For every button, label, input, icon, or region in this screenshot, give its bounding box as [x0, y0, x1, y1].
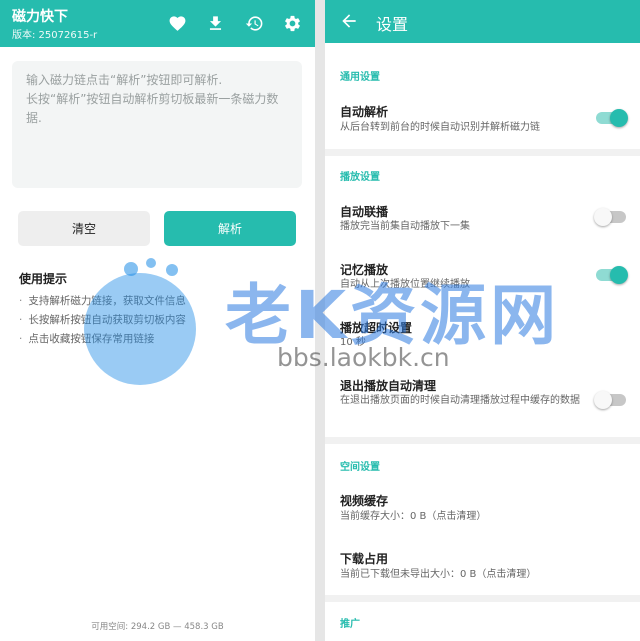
- parse-button[interactable]: 解析: [164, 211, 296, 246]
- setting-title: 播放超时设置: [340, 321, 413, 335]
- section-promo: 推广: [340, 619, 360, 630]
- setting-desc: 当前已下载但未导出大小：0 B（点击清理）: [340, 569, 537, 580]
- tips-list: 支持解析磁力链接，获取文件信息 长按解析按钮自动获取剪切板内容 点击收藏按钮保存…: [19, 292, 186, 349]
- section-space: 空间设置: [340, 462, 380, 473]
- section-divider: [325, 595, 640, 602]
- history-icon[interactable]: [243, 12, 265, 34]
- magnet-main-screen: 磁力快下 版本: 25072615-r 清空 解析 使用提示 支持解析磁力链接，…: [0, 0, 315, 641]
- settings-screen: 设置 通用设置 自动解析 从后台转到前台的时候自动识别并解析磁力链 播放设置 自…: [325, 0, 640, 641]
- storage-status: 可用空间: 294.2 GB — 458.3 GB: [91, 622, 224, 632]
- heart-icon[interactable]: [166, 12, 188, 34]
- section-general: 通用设置: [340, 72, 380, 83]
- auto-continue-switch[interactable]: [594, 208, 626, 226]
- tip-item: 点击收藏按钮保存常用链接: [19, 330, 186, 349]
- setting-title: 视频缓存: [340, 494, 389, 508]
- settings-toolbar: 设置: [325, 0, 640, 43]
- main-toolbar: 磁力快下 版本: 25072615-r: [0, 0, 315, 47]
- setting-desc: 自动从上次播放位置继续播放: [340, 279, 470, 290]
- section-divider: [325, 149, 640, 156]
- setting-desc: 播放完当前集自动播放下一集: [340, 221, 470, 232]
- setting-desc: 从后台转到前台的时候自动识别并解析磁力链: [340, 122, 540, 133]
- remember-play-switch[interactable]: [596, 266, 628, 284]
- section-playback: 播放设置: [340, 172, 380, 183]
- clear-button[interactable]: 清空: [18, 211, 150, 246]
- magnet-link-input[interactable]: [12, 61, 302, 188]
- auto-parse-switch[interactable]: [596, 109, 628, 127]
- tips-title: 使用提示: [19, 272, 68, 286]
- tip-item: 长按解析按钮自动获取剪切板内容: [19, 311, 186, 330]
- section-divider: [325, 437, 640, 444]
- setting-title: 下载占用: [340, 552, 389, 566]
- setting-title: 退出播放自动清理: [340, 379, 437, 393]
- back-arrow-icon[interactable]: [339, 11, 359, 31]
- download-icon[interactable]: [204, 12, 226, 34]
- app-version: 版本: 25072615-r: [12, 30, 98, 41]
- app-title: 磁力快下: [12, 9, 68, 25]
- setting-desc: 10 秒: [340, 337, 366, 348]
- setting-desc: 当前缓存大小：0 B（点击清理）: [340, 511, 487, 522]
- settings-title: 设置: [376, 15, 409, 34]
- gear-icon[interactable]: [281, 12, 303, 34]
- tip-item: 支持解析磁力链接，获取文件信息: [19, 292, 186, 311]
- setting-title: 记忆播放: [340, 263, 389, 277]
- setting-title: 自动联播: [340, 205, 389, 219]
- exit-clean-switch[interactable]: [594, 391, 626, 409]
- setting-title: 自动解析: [340, 105, 389, 119]
- setting-desc: 在退出播放页面的时候自动清理播放过程中缓存的数据: [340, 395, 580, 406]
